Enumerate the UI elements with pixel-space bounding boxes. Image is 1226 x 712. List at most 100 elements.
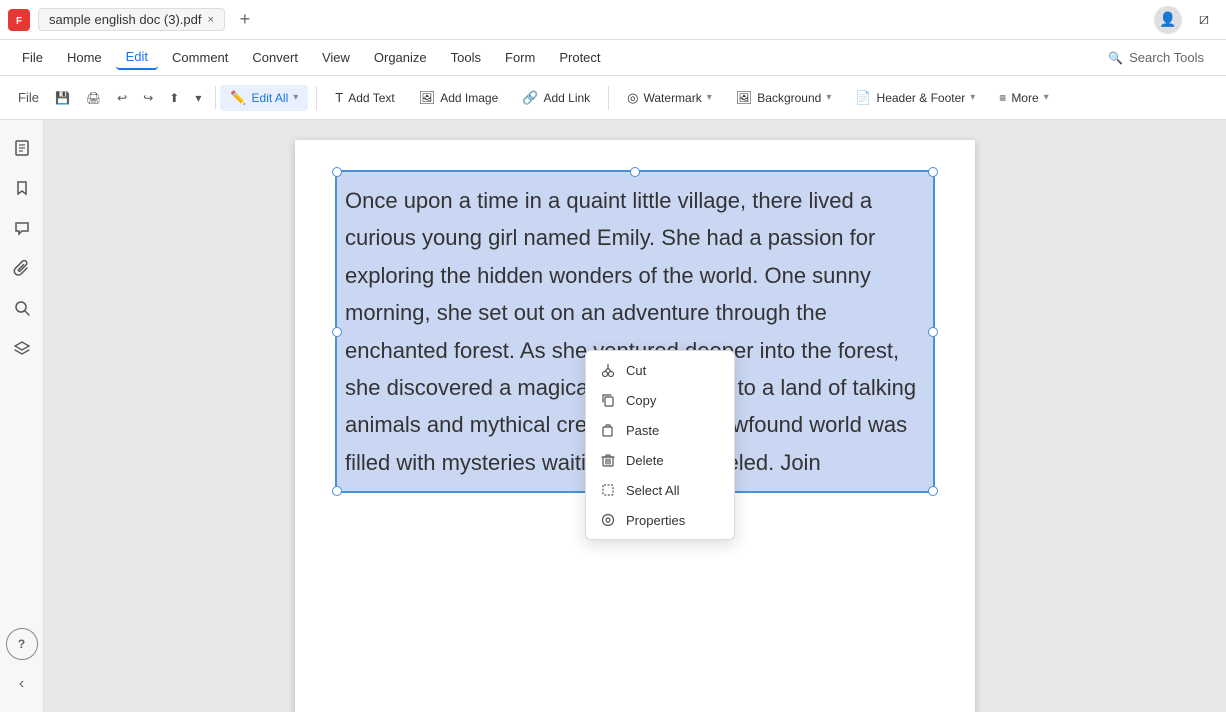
toolbar: File 💾 🖨 ↩ ↪ ⬆ ▾ ✏️ Edit All ▾ T Add Tex… — [0, 76, 1226, 120]
copy-icon — [600, 392, 616, 408]
title-bar-actions: 👤 ⧄ — [1154, 6, 1218, 34]
file-menu-button[interactable]: File — [12, 86, 45, 109]
menu-file[interactable]: File — [12, 46, 53, 69]
sidebar-collapse-button[interactable]: ‹ — [6, 668, 38, 700]
context-menu-delete[interactable]: Delete — [586, 445, 734, 475]
context-menu: Cut Copy — [585, 350, 735, 540]
resize-handle-top-left[interactable] — [332, 167, 342, 177]
menu-convert[interactable]: Convert — [242, 46, 308, 69]
tab-close-button[interactable]: × — [207, 14, 213, 26]
toolbar-separator-1 — [316, 86, 317, 110]
redo-button[interactable]: ↪ — [137, 87, 159, 109]
header-footer-chevron: ▾ — [970, 92, 975, 103]
resize-handle-bottom-right[interactable] — [928, 486, 938, 496]
header-footer-button[interactable]: 📄 Header & Footer ▾ — [845, 85, 985, 111]
add-image-label: Add Image — [440, 91, 498, 105]
add-image-icon: 🖼 — [419, 90, 436, 106]
edit-all-chevron: ▾ — [293, 92, 298, 103]
more-icon: ≡ — [999, 91, 1006, 105]
main-layout: ? ‹ Once upon a time in a quaint little … — [0, 120, 1226, 712]
context-menu-paste[interactable]: Paste — [586, 415, 734, 445]
toolbar-separator-2 — [608, 86, 609, 110]
sidebar-icon-attachments[interactable] — [6, 252, 38, 284]
sidebar-icon-layers[interactable] — [6, 332, 38, 364]
context-menu-properties[interactable]: Properties — [586, 505, 734, 535]
undo-button[interactable]: ↩ — [111, 87, 133, 109]
cut-icon — [600, 362, 616, 378]
app-icon: F — [8, 9, 30, 31]
sidebar-icon-help[interactable]: ? — [6, 628, 38, 660]
background-chevron: ▾ — [826, 92, 831, 103]
edit-all-label: Edit All — [252, 91, 289, 105]
add-link-button[interactable]: 🔗 Add Link — [512, 85, 600, 111]
background-icon: 🖼 — [736, 90, 753, 106]
menu-protect[interactable]: Protect — [549, 46, 610, 69]
sidebar-icon-pages[interactable] — [6, 132, 38, 164]
context-delete-label: Delete — [626, 453, 664, 468]
title-bar: F sample english doc (3).pdf × + 👤 ⧄ — [0, 0, 1226, 40]
edit-all-button[interactable]: ✏️ Edit All ▾ — [220, 85, 308, 111]
watermark-chevron: ▾ — [707, 92, 712, 103]
properties-icon — [600, 512, 616, 528]
background-button[interactable]: 🖼 Background ▾ — [726, 85, 842, 111]
context-paste-label: Paste — [626, 423, 659, 438]
menu-organize[interactable]: Organize — [364, 46, 437, 69]
user-avatar[interactable]: 👤 — [1154, 6, 1182, 34]
minimize-button[interactable]: ⧄ — [1190, 6, 1218, 34]
add-image-button[interactable]: 🖼 Add Image — [409, 85, 509, 111]
add-text-label: Add Text — [348, 91, 394, 105]
context-select-all-label: Select All — [626, 483, 679, 498]
resize-handle-bottom-left[interactable] — [332, 486, 342, 496]
header-footer-label: Header & Footer — [877, 91, 966, 105]
pdf-page: Once upon a time in a quaint little vill… — [295, 140, 975, 712]
save-button[interactable]: 💾 — [49, 87, 76, 109]
watermark-label: Watermark — [644, 91, 702, 105]
context-menu-copy[interactable]: Copy — [586, 385, 734, 415]
watermark-button[interactable]: ◎ Watermark ▾ — [617, 85, 722, 111]
new-tab-button[interactable]: + — [233, 8, 257, 32]
more-chevron: ▾ — [1044, 92, 1049, 103]
svg-text:F: F — [16, 16, 22, 27]
menu-form[interactable]: Form — [495, 46, 545, 69]
resize-handle-middle-left[interactable] — [332, 327, 342, 337]
resize-handle-middle-right[interactable] — [928, 327, 938, 337]
search-tools-label: Search Tools — [1129, 50, 1204, 65]
resize-handle-top[interactable] — [630, 167, 640, 177]
search-tools-button[interactable]: 🔍 Search Tools — [1098, 46, 1214, 69]
background-label: Background — [757, 91, 821, 105]
resize-handle-top-right[interactable] — [928, 167, 938, 177]
menu-view[interactable]: View — [312, 46, 360, 69]
context-properties-label: Properties — [626, 513, 685, 528]
paste-icon — [600, 422, 616, 438]
add-link-icon: 🔗 — [522, 90, 538, 106]
menu-tools[interactable]: Tools — [441, 46, 491, 69]
more-button[interactable]: ≡ More ▾ — [989, 86, 1058, 110]
sidebar-icon-search[interactable] — [6, 292, 38, 324]
watermark-icon: ◎ — [627, 90, 638, 106]
context-cut-label: Cut — [626, 363, 646, 378]
pdf-area[interactable]: Once upon a time in a quaint little vill… — [44, 120, 1226, 712]
delete-icon — [600, 452, 616, 468]
add-text-icon: T — [335, 90, 343, 105]
context-menu-select-all[interactable]: Select All — [586, 475, 734, 505]
file-actions: File 💾 🖨 ↩ ↪ ⬆ ▾ — [12, 86, 216, 109]
menu-edit[interactable]: Edit — [116, 45, 158, 70]
menu-comment[interactable]: Comment — [162, 46, 238, 69]
tab-title: sample english doc (3).pdf — [49, 12, 201, 27]
header-footer-icon: 📄 — [855, 90, 871, 106]
sidebar-bottom: ? ‹ — [6, 628, 38, 700]
add-text-button[interactable]: T Add Text — [325, 85, 404, 110]
share-button[interactable]: ⬆ — [163, 87, 185, 109]
sidebar-icon-bookmarks[interactable] — [6, 172, 38, 204]
more-options-button[interactable]: ▾ — [189, 87, 207, 109]
context-menu-cut[interactable]: Cut — [586, 355, 734, 385]
add-link-label: Add Link — [543, 91, 590, 105]
menu-home[interactable]: Home — [57, 46, 112, 69]
context-copy-label: Copy — [626, 393, 656, 408]
more-label: More — [1011, 91, 1038, 105]
sidebar-icon-comments[interactable] — [6, 212, 38, 244]
menu-bar: File Home Edit Comment Convert View Orga… — [0, 40, 1226, 76]
select-all-icon — [600, 482, 616, 498]
document-tab[interactable]: sample english doc (3).pdf × — [38, 8, 225, 31]
print-button[interactable]: 🖨 — [80, 87, 107, 109]
